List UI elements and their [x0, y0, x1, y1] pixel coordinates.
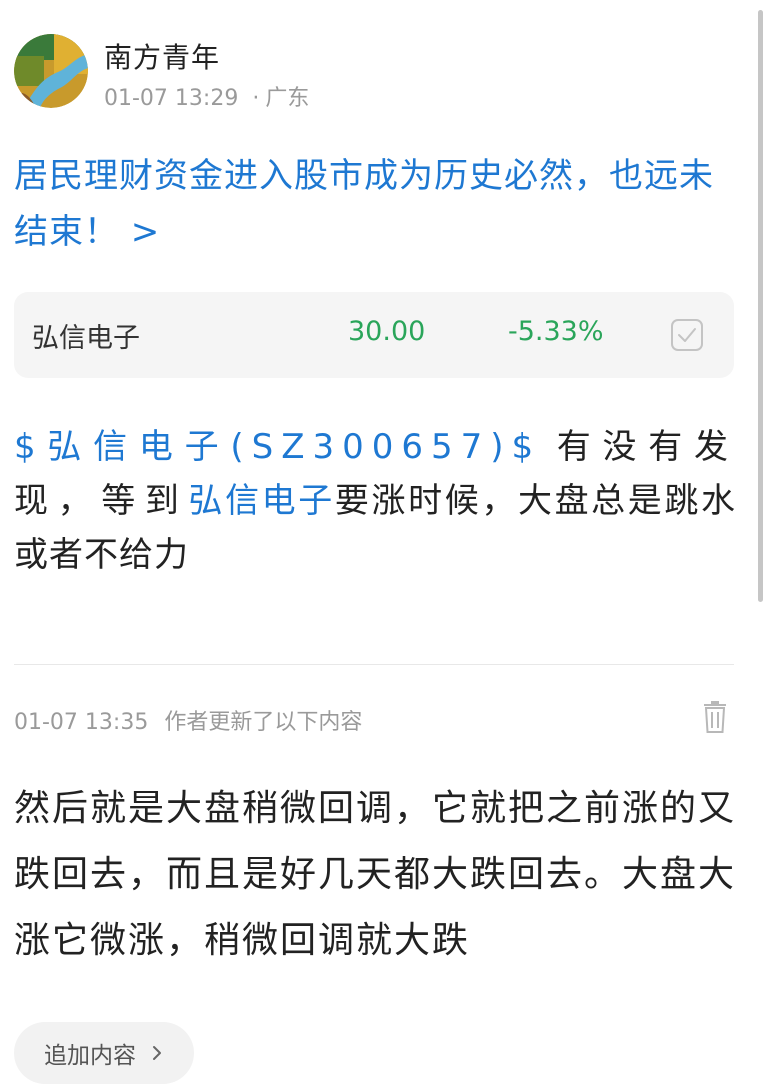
avatar[interactable] [14, 34, 88, 108]
post-title-link[interactable]: 居民理财资金进入股市成为历史必然，也远未结束！ > [14, 148, 744, 260]
add-content-label: 追加内容 [44, 1043, 136, 1069]
post-header: 南方青年 01-07 13:29 · 广东 [14, 34, 714, 111]
chevron-right-icon [153, 1046, 161, 1060]
stock-inline-link[interactable]: 弘信电子 [188, 481, 334, 521]
author-name[interactable]: 南方青年 [104, 36, 220, 76]
add-content-button[interactable]: 追加内容 [14, 1022, 194, 1084]
post-location: 广东 [265, 86, 310, 111]
post-page: 南方青年 01-07 13:29 · 广东 居民理财资金进入股市成为历史必然，也远未… [0, 0, 768, 1091]
update-meta: 01-07 13:35 作者更新了以下内容 [14, 704, 362, 736]
stock-tag-link[interactable]: $弘信电子(SZ300657)$ [14, 427, 541, 467]
stock-card[interactable]: 弘信电子 30.00 -5.33% [14, 292, 734, 378]
update-body: 然后就是大盘稍微回调，它就把之前涨的又跌回去，而且是好几天都大跌回去。大盘大涨它… [14, 788, 737, 961]
update-label: 作者更新了以下内容 [164, 710, 363, 735]
stock-name: 弘信电子 [32, 323, 140, 354]
post-time: 01-07 13:29 [104, 86, 239, 111]
trash-icon[interactable] [700, 700, 730, 734]
checkbox-icon[interactable] [670, 318, 704, 352]
stock-change: -5.33% [508, 316, 604, 347]
post-meta: 01-07 13:29 · 广东 [104, 80, 309, 112]
scrollbar[interactable] [758, 10, 763, 602]
divider [14, 664, 734, 665]
update-time: 01-07 13:35 [14, 710, 149, 735]
avatar-landscape-icon [14, 34, 88, 108]
post-body: $弘信电子(SZ300657)$ 有没有发现，等到弘信电子要涨时候，大盘总是跳水… [14, 420, 736, 582]
meta-separator: · [252, 86, 260, 111]
stock-price: 30.00 [348, 316, 426, 347]
